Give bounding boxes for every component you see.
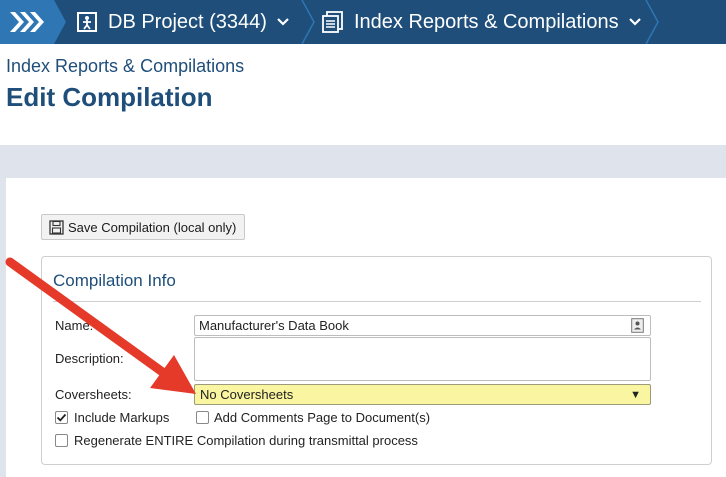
breadcrumb-project[interactable]: DB Project (3344) <box>76 0 289 44</box>
save-icon <box>49 219 64 235</box>
name-input[interactable]: Manufacturer's Data Book <box>194 315 651 336</box>
add-comments-label: Add Comments Page to Document(s) <box>214 410 431 425</box>
regenerate-label: Regenerate ENTIRE Compilation during tra… <box>74 433 418 448</box>
add-comments-checkbox[interactable] <box>196 411 209 424</box>
breadcrumb-separator <box>300 0 316 44</box>
page-title: Edit Compilation <box>6 82 213 112</box>
checkmark-icon <box>56 413 67 422</box>
compilation-info-title: Compilation Info <box>53 271 176 290</box>
compilation-icon <box>322 11 343 33</box>
save-compilation-button[interactable]: Save Compilation (local only) <box>41 214 245 240</box>
include-markups-checkbox[interactable] <box>55 411 68 424</box>
chevrons-right-icon <box>10 12 44 32</box>
save-button-label: Save Compilation (local only) <box>68 219 237 235</box>
coversheets-selected-value: No Coversheets <box>200 387 294 402</box>
top-nav-bar: DB Project (3344) Index Reports & Compil… <box>0 0 726 44</box>
description-textarea[interactable] <box>194 337 651 381</box>
divider <box>53 301 701 302</box>
project-icon <box>77 12 97 32</box>
description-label: Description: <box>55 351 124 366</box>
page-subtitle: Index Reports & Compilations <box>6 56 245 76</box>
breadcrumb-section[interactable]: Index Reports & Compilations <box>322 0 641 44</box>
chevron-down-icon[interactable] <box>277 17 289 27</box>
coversheets-label: Coversheets: <box>55 387 132 402</box>
name-input-value: Manufacturer's Data Book <box>199 318 349 333</box>
dropdown-caret-icon: ▼ <box>630 389 641 401</box>
coversheets-select[interactable]: No Coversheets ▼ <box>194 384 651 405</box>
chevron-down-icon[interactable] <box>628 17 641 27</box>
home-arrow-edge <box>54 0 66 44</box>
section-label: Index Reports & Compilations <box>354 10 619 33</box>
include-markups-label: Include Markups <box>74 410 170 425</box>
name-label: Name: <box>55 318 94 333</box>
project-label: DB Project (3344) <box>108 10 267 33</box>
regenerate-checkbox[interactable] <box>55 434 68 447</box>
contact-card-icon[interactable] <box>631 318 644 336</box>
breadcrumb-separator <box>644 0 660 44</box>
home-button[interactable] <box>0 0 54 44</box>
